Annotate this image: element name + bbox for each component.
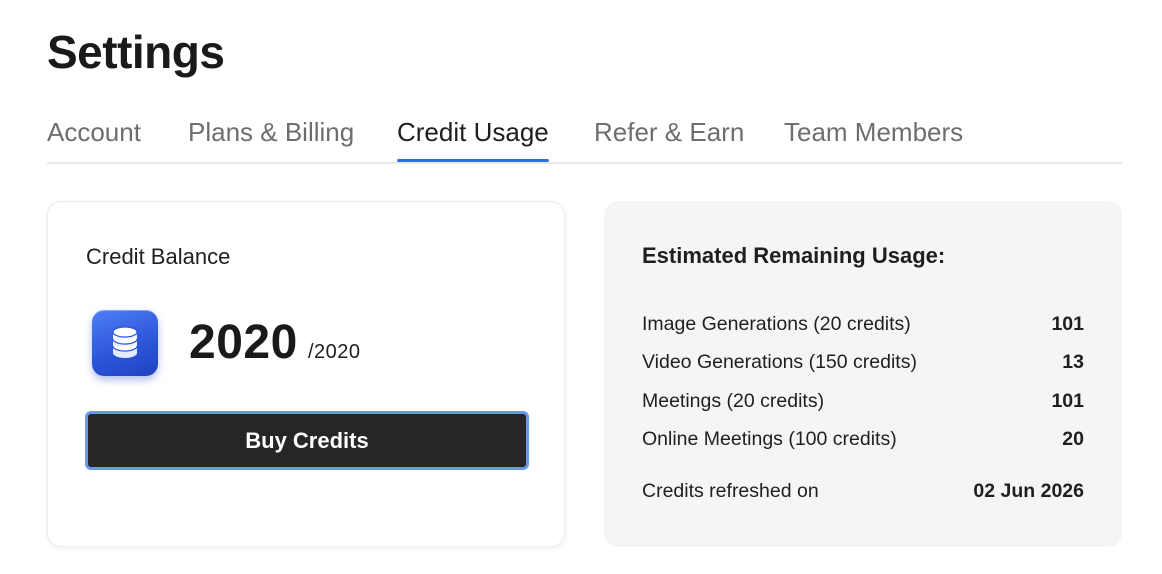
remaining-usage-card: Estimated Remaining Usage: Image Generat… (604, 201, 1122, 547)
usage-row-value: 20 (1062, 428, 1084, 450)
tab-team-members[interactable]: Team Members (784, 108, 963, 160)
credits-refreshed-label: Credits refreshed on (642, 480, 819, 502)
tab-credit-usage[interactable]: Credit Usage (397, 108, 549, 162)
usage-row-label: Video Generations (150 credits) (642, 351, 917, 373)
usage-row-value: 13 (1062, 351, 1084, 373)
credit-balance-total: /2020 (308, 341, 361, 363)
usage-row-label: Image Generations (20 credits) (642, 313, 911, 335)
credit-balance-title: Credit Balance (86, 244, 231, 269)
remaining-usage-title: Estimated Remaining Usage: (642, 243, 946, 268)
credit-balance-card: Credit Balance 2020 /2020 Buy Credits (47, 201, 565, 547)
usage-row-label: Meetings (20 credits) (642, 390, 825, 412)
buy-credits-button[interactable]: Buy Credits (85, 411, 529, 470)
settings-tabs: Account Plans & Billing Credit Usage Ref… (47, 108, 1122, 164)
usage-row-value: 101 (1051, 313, 1084, 335)
usage-row-value: 101 (1051, 390, 1084, 412)
tab-plans-billing[interactable]: Plans & Billing (188, 108, 354, 160)
credits-refreshed-date: 02 Jun 2026 (973, 480, 1084, 502)
coin-stack-icon (92, 310, 158, 376)
tab-refer-earn[interactable]: Refer & Earn (594, 108, 744, 160)
credit-balance-value: 2020 (189, 316, 298, 369)
usage-row-label: Online Meetings (100 credits) (642, 428, 897, 450)
tab-account[interactable]: Account (47, 108, 141, 160)
page-title: Settings (47, 26, 225, 78)
